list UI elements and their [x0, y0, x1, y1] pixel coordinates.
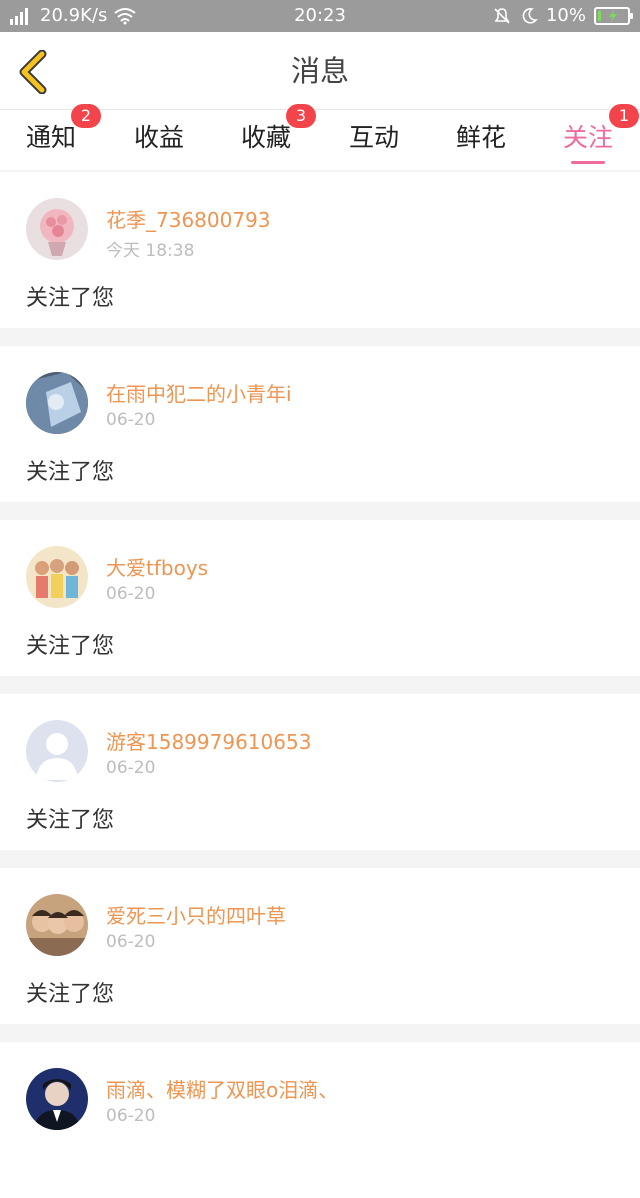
tab-label: 通知: [25, 123, 76, 152]
tab-label: 互动: [348, 123, 399, 152]
tab-bar: 通知 2 收益 收藏 3 互动 鲜花 关注 1: [0, 104, 640, 170]
header: 消息: [0, 32, 640, 110]
tab-flowers[interactable]: 鲜花: [441, 110, 521, 170]
tab-favorites[interactable]: 收藏 3: [226, 104, 316, 170]
status-right: 10%: [492, 0, 633, 32]
avatar[interactable]: [26, 1068, 88, 1130]
timestamp: 今天 18:38: [106, 241, 195, 261]
tab-interaction[interactable]: 互动: [334, 110, 414, 170]
badge-favorites: 3: [286, 104, 316, 128]
avatar[interactable]: [26, 372, 88, 434]
timestamp: 06-20: [106, 1106, 156, 1126]
list-item[interactable]: 花季_736800793 今天 18:38 关注了您: [0, 172, 640, 328]
tab-label: 鲜花: [455, 123, 506, 152]
tab-label: 收藏: [240, 123, 291, 152]
tab-earnings[interactable]: 收益: [119, 110, 199, 170]
message-text: 关注了您: [26, 982, 115, 1007]
username[interactable]: 花季_736800793: [106, 204, 271, 233]
battery-percent: 10%: [545, 5, 586, 26]
battery-icon: [594, 7, 633, 25]
timestamp: 06-20: [106, 758, 156, 778]
message-text: 关注了您: [26, 808, 115, 833]
avatar[interactable]: [26, 546, 88, 608]
tab-follow[interactable]: 关注 1: [548, 104, 639, 170]
username[interactable]: 大爱tfboys: [106, 552, 208, 581]
timestamp: 06-20: [106, 410, 156, 430]
avatar[interactable]: [26, 720, 88, 782]
avatar[interactable]: [26, 894, 88, 956]
list-item[interactable]: 在雨中犯二的小青年i 06-20 关注了您: [0, 346, 640, 502]
timestamp: 06-20: [106, 584, 156, 604]
username[interactable]: 爱死三小只的四叶草: [106, 900, 286, 929]
page-title: 消息: [290, 54, 349, 88]
badge-follow: 1: [609, 104, 639, 128]
username[interactable]: 在雨中犯二的小青年i: [106, 378, 292, 407]
username[interactable]: 游客1589979610653: [106, 726, 311, 755]
username[interactable]: 雨滴、模糊了双眼o泪滴、: [106, 1074, 338, 1103]
message-text: 关注了您: [26, 634, 115, 659]
list-item[interactable]: 游客1589979610653 06-20 关注了您: [0, 694, 640, 850]
active-tab-indicator: [571, 161, 605, 164]
tab-notify[interactable]: 通知 2: [11, 104, 101, 170]
list-item[interactable]: 大爱tfboys 06-20 关注了您: [0, 520, 640, 676]
status-bar: 20.9K/s 20:23 10%: [0, 0, 640, 32]
badge-notify: 2: [71, 104, 101, 128]
tab-label: 关注: [562, 123, 613, 152]
mute-bell-icon: [494, 8, 510, 24]
list-item[interactable]: 爱死三小只的四叶草 06-20 关注了您: [0, 868, 640, 1024]
message-text: 关注了您: [26, 286, 115, 311]
message-text: 关注了您: [26, 460, 115, 485]
avatar[interactable]: [26, 198, 88, 260]
tab-label: 收益: [133, 123, 184, 152]
moon-icon: [522, 8, 538, 24]
list-item[interactable]: 雨滴、模糊了双眼o泪滴、 06-20: [0, 1042, 640, 1198]
timestamp: 06-20: [106, 932, 156, 952]
